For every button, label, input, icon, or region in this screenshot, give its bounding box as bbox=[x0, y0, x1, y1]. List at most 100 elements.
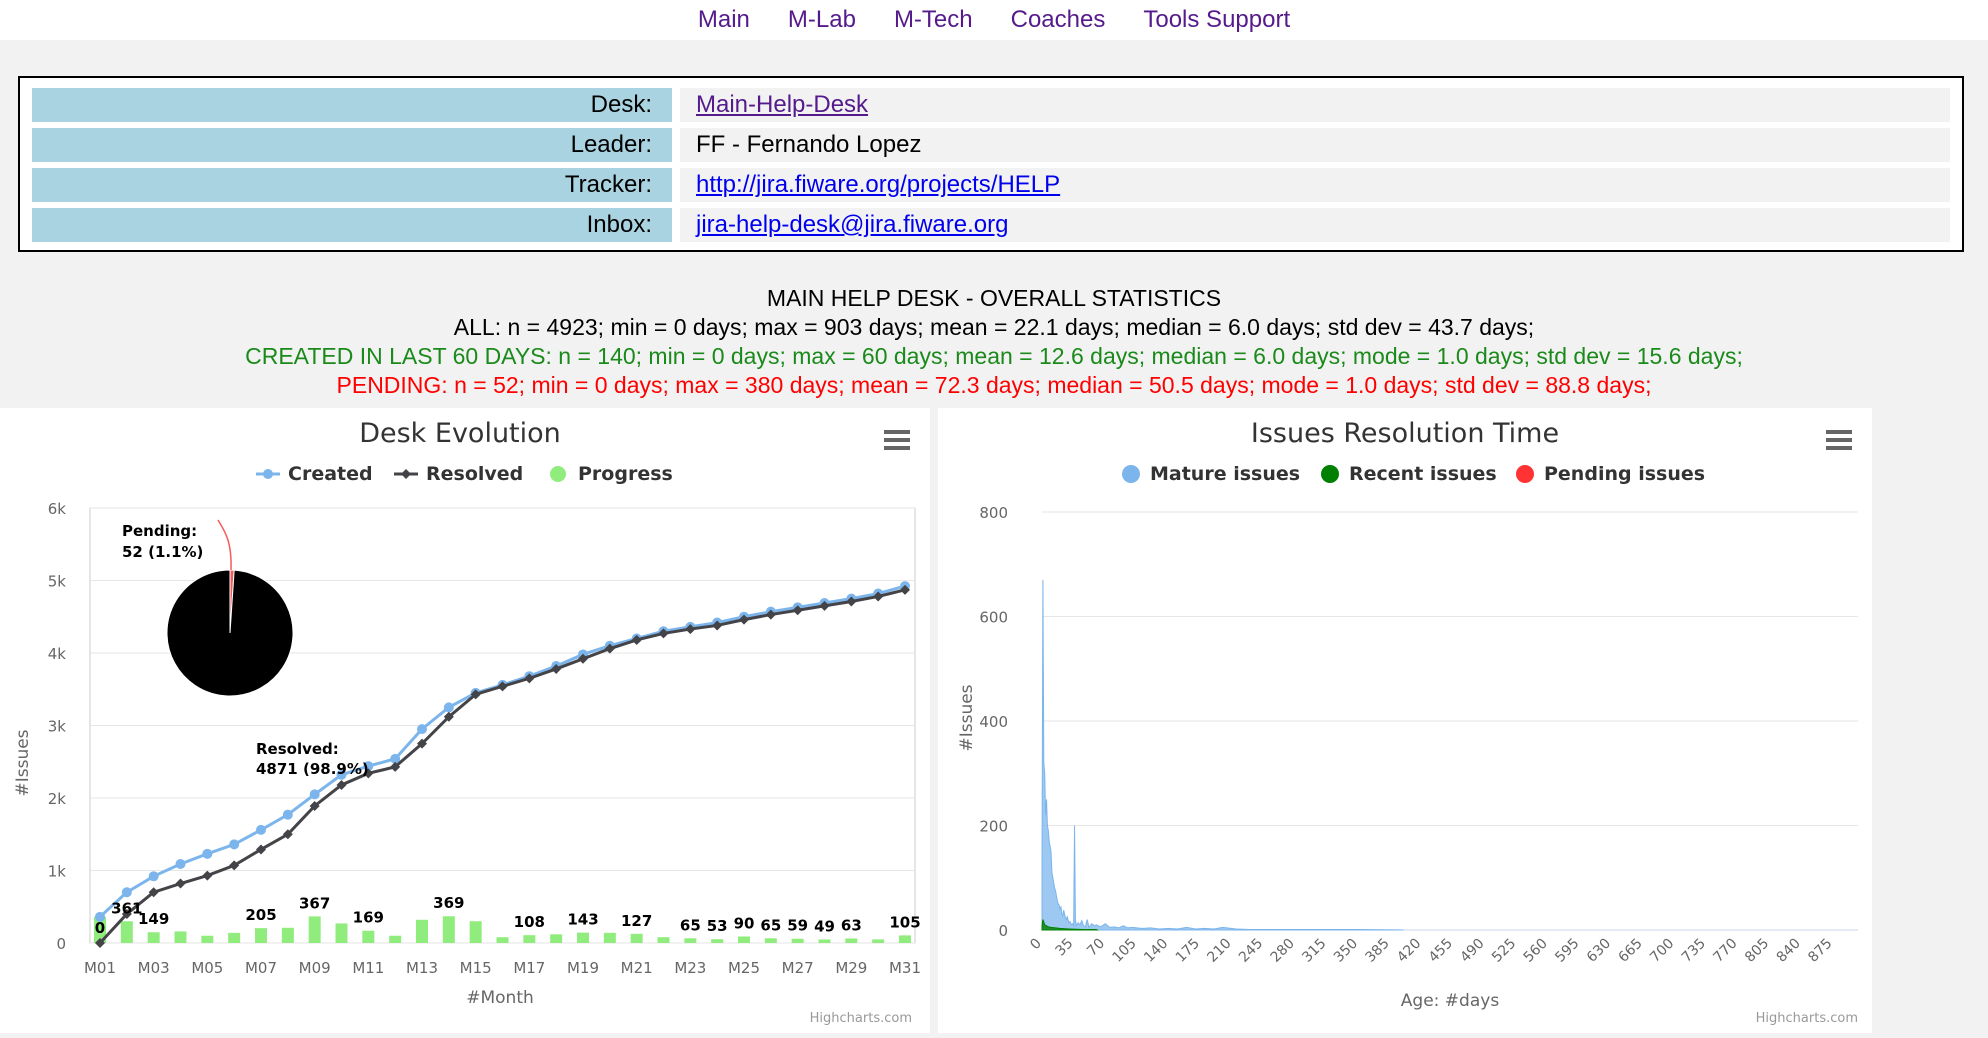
y-tick-label: 3k bbox=[48, 718, 67, 736]
y-tick-label: 0 bbox=[998, 922, 1008, 940]
top-navigation: Main M-Lab M-Tech Coaches Tools Support bbox=[0, 0, 1988, 40]
highcharts-credit[interactable]: Highcharts.com bbox=[1756, 1011, 1858, 1026]
x-tick-label: M31 bbox=[889, 959, 921, 977]
created-point bbox=[175, 858, 186, 869]
nav-main[interactable]: Main bbox=[698, 6, 750, 34]
data-label: 105 bbox=[889, 913, 920, 931]
progress-bar bbox=[818, 939, 831, 943]
x-axis-label: Age: #days bbox=[1401, 991, 1500, 1011]
progress-bar bbox=[469, 921, 482, 943]
legend-item-recent[interactable]: Recent issues bbox=[1321, 463, 1497, 485]
x-tick-label: M11 bbox=[352, 959, 384, 977]
resolved-point bbox=[202, 870, 213, 881]
stats-title: MAIN HELP DESK - OVERALL STATISTICS bbox=[766, 285, 1222, 311]
x-tick-label: 245 bbox=[1236, 936, 1266, 966]
x-tick-label: M13 bbox=[406, 959, 438, 977]
x-axis-label: #Month bbox=[466, 988, 534, 1008]
progress-bar bbox=[899, 935, 911, 943]
y-tick-label: 4k bbox=[48, 645, 67, 663]
data-label: 65 bbox=[680, 916, 701, 934]
legend-item-progress[interactable]: Progress bbox=[550, 463, 673, 485]
mature-issues-area bbox=[1041, 579, 1404, 931]
x-tick-label: M09 bbox=[299, 959, 331, 977]
stats-all: ALL: n = 4923; min = 0 days; max = 903 d… bbox=[453, 314, 1535, 340]
x-tick-label: M03 bbox=[138, 959, 170, 977]
legend-item-resolved[interactable]: Resolved bbox=[394, 463, 523, 485]
desk-info-box: Desk: Main-Help-Desk Leader: FF - Fernan… bbox=[18, 76, 1964, 252]
y-tick-label: 200 bbox=[979, 818, 1008, 836]
x-tick-label: 805 bbox=[1742, 936, 1772, 966]
created-point bbox=[309, 789, 320, 800]
y-tick-label: 600 bbox=[979, 609, 1008, 627]
data-label: 369 bbox=[433, 894, 464, 912]
nav-m-tech[interactable]: M-Tech bbox=[894, 6, 973, 34]
data-label: 63 bbox=[841, 916, 862, 934]
pie-label-resolved: Resolved: bbox=[256, 740, 339, 758]
x-tick-label: 315 bbox=[1299, 936, 1329, 966]
legend-label: Pending issues bbox=[1544, 463, 1705, 485]
data-label: 367 bbox=[299, 894, 330, 912]
inbox-link[interactable]: jira-help-desk@jira.fiware.org bbox=[680, 208, 1950, 242]
progress-bar bbox=[201, 935, 214, 943]
stats-recent: CREATED IN LAST 60 DAYS: n = 140; min = … bbox=[245, 343, 1743, 369]
legend-label: Created bbox=[288, 463, 373, 485]
x-tick-label: 210 bbox=[1204, 936, 1234, 966]
legend-item-mature[interactable]: Mature issues bbox=[1122, 463, 1300, 485]
x-tick-label: 140 bbox=[1141, 936, 1171, 966]
created-point bbox=[229, 839, 240, 850]
legend: Created Resolved Progress bbox=[256, 463, 673, 485]
nav-coaches[interactable]: Coaches bbox=[1011, 6, 1106, 34]
data-label: 149 bbox=[138, 910, 169, 928]
pie-connector bbox=[217, 519, 232, 571]
x-tick-label: M23 bbox=[674, 959, 706, 977]
x-tick-label: 560 bbox=[1521, 936, 1551, 966]
info-row-leader: Leader: FF - Fernando Lopez bbox=[32, 128, 1950, 162]
menu-icon[interactable] bbox=[1826, 430, 1852, 450]
data-label: 65 bbox=[760, 916, 781, 934]
desk-link[interactable]: Main-Help-Desk bbox=[680, 88, 1950, 122]
resolution-time-chart: Issues Resolution Time Mature issues Rec… bbox=[957, 418, 1858, 1026]
progress-bar bbox=[147, 932, 160, 943]
data-label: 143 bbox=[567, 911, 598, 929]
x-tick-label: 700 bbox=[1647, 936, 1677, 966]
legend-item-created[interactable]: Created bbox=[256, 463, 373, 485]
progress-bar bbox=[738, 936, 750, 943]
progress-bar bbox=[281, 927, 294, 943]
pie-label-pending: Pending: bbox=[122, 522, 197, 540]
legend-item-pending[interactable]: Pending issues bbox=[1516, 463, 1705, 485]
progress-bar bbox=[603, 932, 616, 943]
desk-evolution-chart: Desk Evolution Created Resolved Progress bbox=[13, 418, 921, 1026]
tracker-link[interactable]: http://jira.fiware.org/projects/HELP bbox=[680, 168, 1950, 202]
progress-bar bbox=[255, 928, 267, 943]
x-tick-label: 840 bbox=[1774, 936, 1804, 966]
y-tick-label: 400 bbox=[979, 713, 1008, 731]
progress-bar bbox=[308, 916, 321, 943]
created-point bbox=[148, 871, 159, 882]
x-tick-label: M01 bbox=[84, 959, 116, 977]
x-tick-label: 420 bbox=[1394, 936, 1424, 966]
x-tick-label: M07 bbox=[245, 959, 277, 977]
data-label: 90 bbox=[734, 914, 755, 932]
x-tick-label: 490 bbox=[1457, 936, 1487, 966]
x-tick-label: 525 bbox=[1489, 936, 1519, 966]
created-point bbox=[282, 809, 293, 820]
x-tick-label: 0 bbox=[1027, 936, 1045, 954]
x-tick-label: 630 bbox=[1584, 936, 1614, 966]
x-tick-label: M25 bbox=[728, 959, 760, 977]
data-label: 205 bbox=[245, 906, 276, 924]
info-row-inbox: Inbox: jira-help-desk@jira.fiware.org bbox=[32, 208, 1950, 242]
pie-label-pending-value: 52 (1.1%) bbox=[122, 543, 203, 561]
nav-m-lab[interactable]: M-Lab bbox=[788, 6, 856, 34]
menu-icon[interactable] bbox=[884, 430, 910, 450]
x-tick-label: M27 bbox=[782, 959, 814, 977]
highcharts-credit[interactable]: Highcharts.com bbox=[810, 1011, 912, 1026]
y-tick-label: 1k bbox=[48, 863, 67, 881]
x-tick-label: 175 bbox=[1173, 936, 1203, 966]
y-tick-label: 5k bbox=[48, 573, 67, 591]
data-label: 49 bbox=[814, 917, 835, 935]
pie-label-resolved-value: 4871 (98.9%) bbox=[256, 760, 369, 778]
info-row-desk: Desk: Main-Help-Desk bbox=[32, 88, 1950, 122]
nav-tools-support[interactable]: Tools Support bbox=[1143, 6, 1290, 34]
progress-bar bbox=[577, 932, 589, 943]
x-tick-label: M05 bbox=[191, 959, 223, 977]
